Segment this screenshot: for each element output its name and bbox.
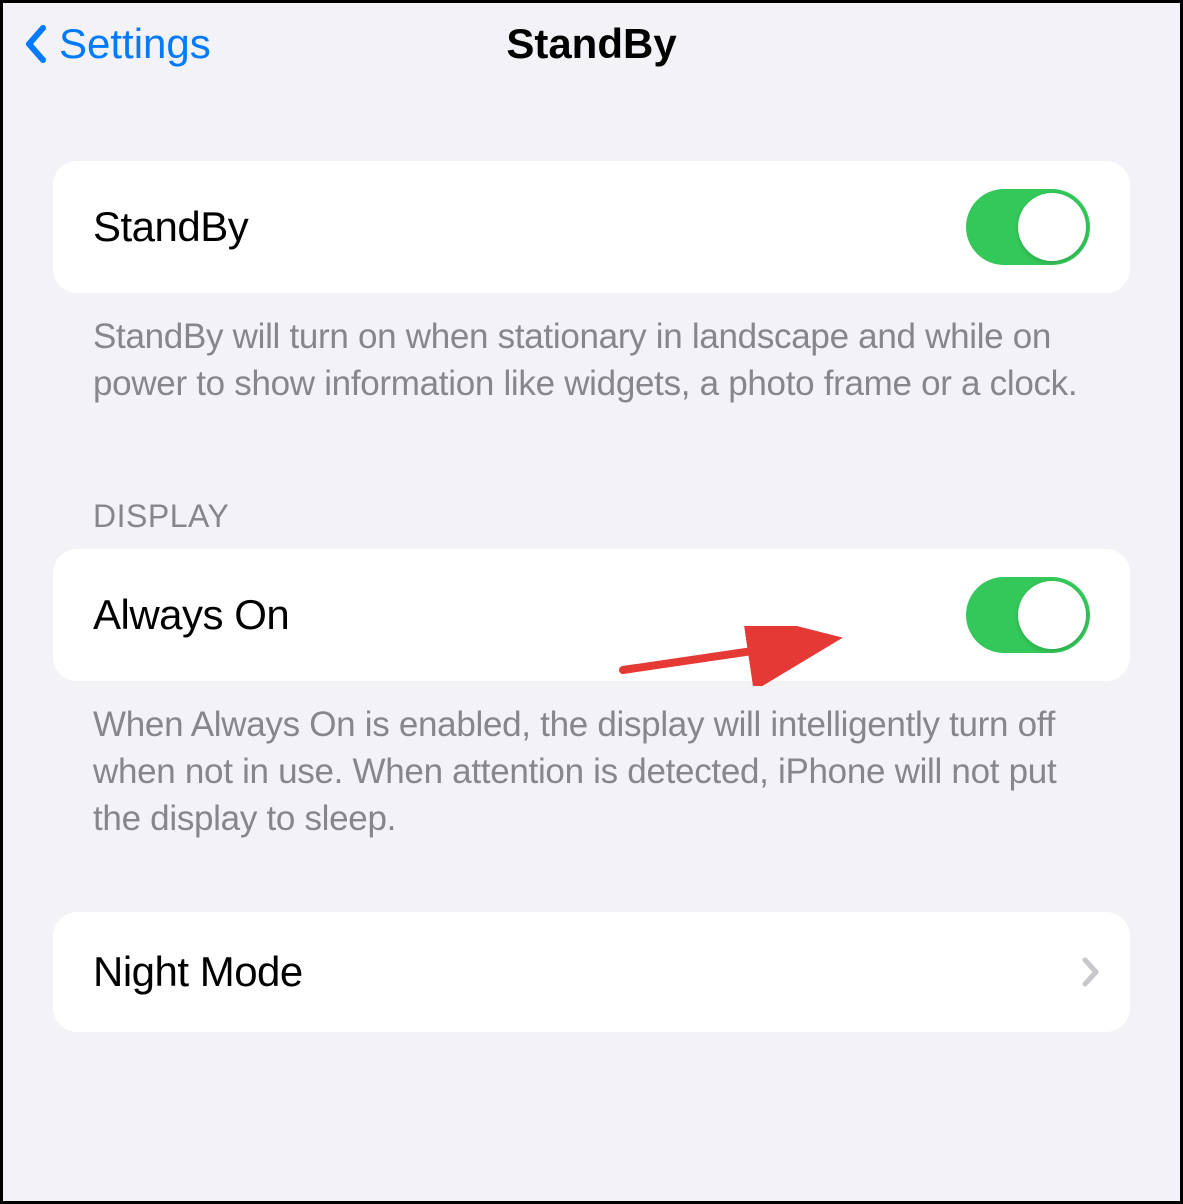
back-button[interactable]: Settings xyxy=(23,20,211,68)
always-on-label: Always On xyxy=(93,591,289,639)
always-on-toggle[interactable] xyxy=(966,577,1090,653)
page-title: StandBy xyxy=(506,20,676,68)
back-label: Settings xyxy=(59,20,211,68)
night-mode-label: Night Mode xyxy=(93,948,303,996)
toggle-knob xyxy=(1018,193,1086,261)
toggle-knob xyxy=(1018,581,1086,649)
display-section-header: DISPLAY xyxy=(53,498,1130,549)
night-mode-row[interactable]: Night Mode xyxy=(53,912,1130,1032)
standby-label: StandBy xyxy=(93,203,248,251)
night-mode-card: Night Mode xyxy=(53,912,1130,1032)
always-on-footer: When Always On is enabled, the display w… xyxy=(53,681,1130,843)
chevron-left-icon xyxy=(23,24,47,64)
standby-footer: StandBy will turn on when stationary in … xyxy=(53,293,1130,408)
chevron-right-icon xyxy=(1082,957,1100,987)
standby-card: StandBy xyxy=(53,161,1130,293)
always-on-card: Always On xyxy=(53,549,1130,681)
standby-row: StandBy xyxy=(53,161,1130,293)
always-on-row: Always On xyxy=(53,549,1130,681)
standby-toggle[interactable] xyxy=(966,189,1090,265)
navigation-bar: Settings StandBy xyxy=(3,3,1180,91)
